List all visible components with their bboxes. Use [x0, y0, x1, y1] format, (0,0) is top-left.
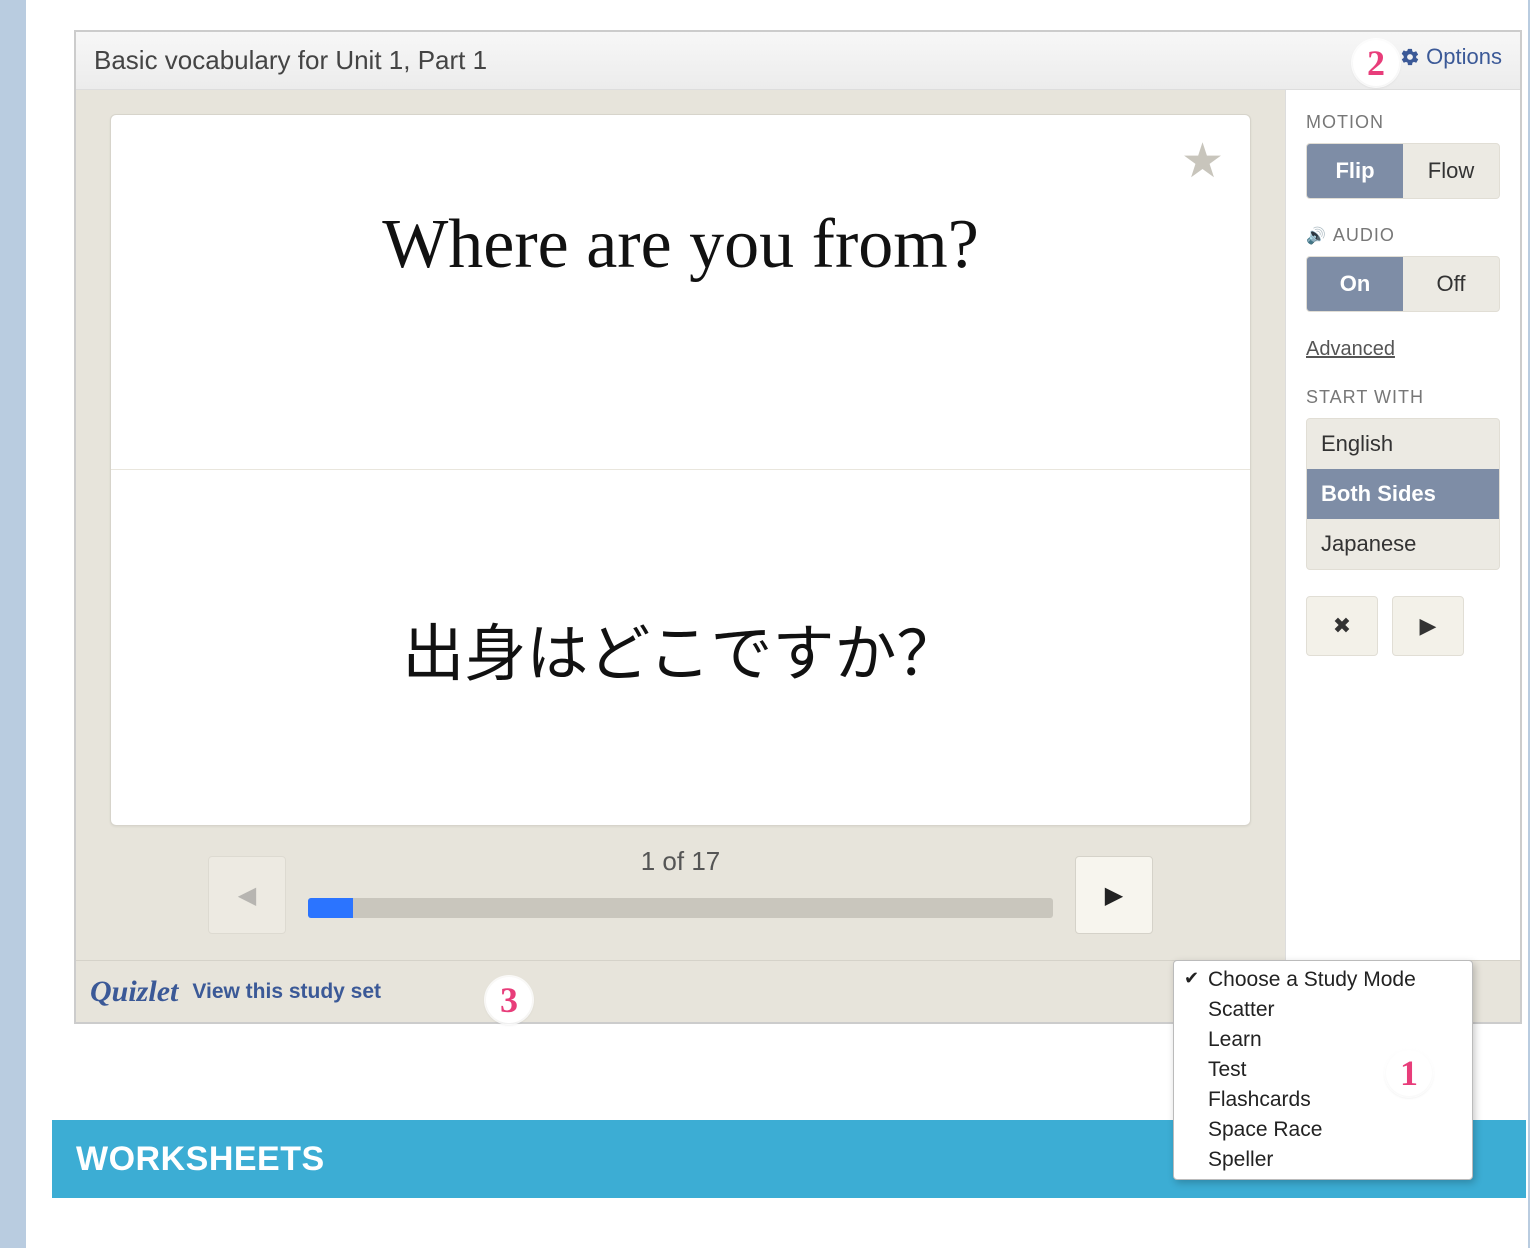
audio-label: 🔊 AUDIO: [1306, 225, 1500, 246]
progress-fill: [308, 898, 353, 918]
flashcard-back-text: 出身はどこですか？: [402, 603, 958, 693]
progress-count: 1 of 17: [641, 846, 721, 877]
dropdown-item-learn[interactable]: Learn: [1174, 1025, 1472, 1055]
advanced-link[interactable]: Advanced: [1306, 338, 1395, 361]
annotation-1: 1: [1386, 1050, 1432, 1096]
progress-bar[interactable]: [308, 898, 1053, 918]
flashcard[interactable]: ★ Where are you from? 出身はどこですか？: [110, 114, 1251, 826]
play-button[interactable]: ▶: [1392, 596, 1464, 656]
startwith-label: START WITH: [1306, 387, 1500, 408]
gear-icon: [1400, 47, 1420, 67]
pager: 1 of 17 ◀ ▶: [110, 826, 1251, 946]
dropdown-item-spacerace[interactable]: Space Race: [1174, 1115, 1472, 1145]
shuffle-button[interactable]: ✖: [1306, 596, 1378, 656]
annotation-2: 2: [1353, 40, 1399, 86]
flashcard-front: Where are you from?: [111, 115, 1250, 470]
motion-flow-button[interactable]: Flow: [1403, 144, 1499, 198]
audio-toggle: On Off: [1306, 256, 1500, 312]
widget-header: Basic vocabulary for Unit 1, Part 1 Opti…: [76, 32, 1520, 90]
flashcard-front-text: Where are you from?: [382, 205, 979, 285]
worksheets-title: WORKSHEETS: [76, 1140, 325, 1179]
motion-toggle: Flip Flow: [1306, 143, 1500, 199]
annotation-3: 3: [486, 977, 532, 1023]
dropdown-item-speller[interactable]: Speller: [1174, 1145, 1472, 1175]
startwith-english-button[interactable]: English: [1307, 419, 1499, 469]
motion-flip-button[interactable]: Flip: [1307, 144, 1403, 198]
quizlet-widget: Basic vocabulary for Unit 1, Part 1 Opti…: [74, 30, 1522, 1024]
flashcard-back: 出身はどこですか？: [111, 470, 1250, 825]
previous-button[interactable]: ◀: [208, 856, 286, 934]
startwith-japanese-button[interactable]: Japanese: [1307, 519, 1499, 569]
speaker-icon: 🔊: [1306, 226, 1327, 246]
dropdown-item-flashcards[interactable]: Flashcards: [1174, 1085, 1472, 1115]
shuffle-icon: ✖: [1333, 613, 1351, 639]
star-icon[interactable]: ★: [1181, 133, 1224, 189]
play-icon: ▶: [1420, 613, 1437, 639]
view-study-set-link[interactable]: View this study set: [192, 980, 381, 1004]
audio-off-button[interactable]: Off: [1403, 257, 1499, 311]
options-label: Options: [1426, 44, 1502, 70]
flashcard-stage: ★ Where are you from? 出身はどこですか？ 1 of 17 …: [76, 90, 1286, 960]
next-button[interactable]: ▶: [1075, 856, 1153, 934]
options-button[interactable]: Options: [1400, 44, 1502, 70]
quizlet-logo[interactable]: Quizlet: [90, 975, 178, 1009]
audio-label-text: AUDIO: [1333, 225, 1395, 246]
set-title: Basic vocabulary for Unit 1, Part 1: [94, 45, 487, 76]
dropdown-item-choose[interactable]: Choose a Study Mode: [1174, 965, 1472, 995]
dropdown-item-scatter[interactable]: Scatter: [1174, 995, 1472, 1025]
motion-label: MOTION: [1306, 112, 1500, 133]
options-panel: MOTION Flip Flow 🔊 AUDIO On Off Advanced…: [1286, 90, 1520, 960]
audio-on-button[interactable]: On: [1307, 257, 1403, 311]
startwith-bothsides-button[interactable]: Both Sides: [1307, 469, 1499, 519]
startwith-stack: English Both Sides Japanese: [1306, 418, 1500, 570]
